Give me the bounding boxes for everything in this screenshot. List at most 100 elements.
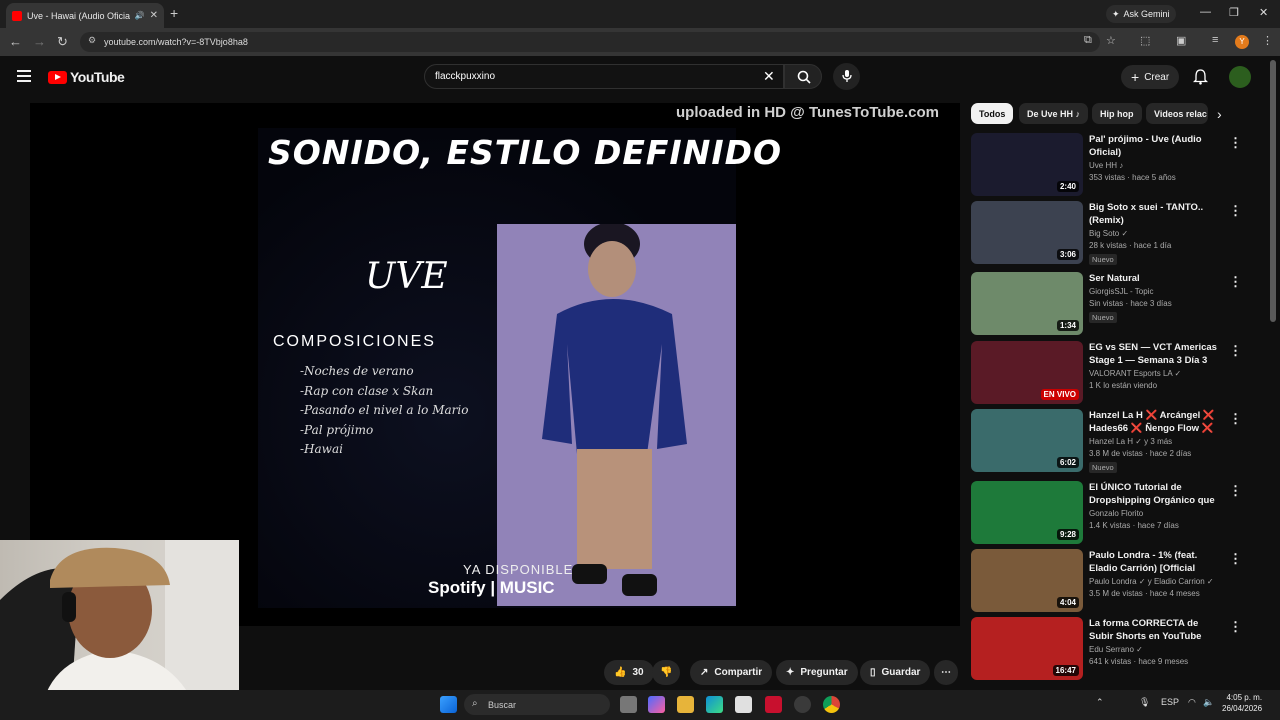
recommendation-channel[interactable]: Hanzel La H ✓ y 3 más [1089,437,1172,446]
recommendation-item[interactable]: 9:28 El ÚNICO Tutorial de Dropshipping Or… [971,481,1256,545]
more-options-icon[interactable]: ⋮ [1229,411,1242,427]
recommendation-item[interactable]: 4:04 Paulo Londra - 1% (feat. Eladio Carr… [971,549,1256,613]
recommendation-channel[interactable]: Uve HH ♪ [1089,161,1123,170]
more-options-icon[interactable]: ⋮ [1229,343,1242,359]
video-thumbnail[interactable]: 1:34 [971,272,1083,335]
song-list: -Noches de verano -Rap con clase x Skan … [300,362,468,460]
reload-icon[interactable]: ↻ [57,34,68,50]
dislike-button[interactable]: 👎 [652,660,681,685]
hamburger-menu-icon[interactable] [17,70,31,82]
chip-hiphop[interactable]: Hip hop [1092,103,1142,124]
app-red-icon[interactable] [765,696,782,713]
video-thumbnail[interactable]: 9:28 [971,481,1083,544]
notifications-bell-icon[interactable] [1193,69,1208,85]
close-tab-icon[interactable]: ✕ [150,10,158,21]
language-indicator[interactable]: ESP [1161,697,1179,707]
profile-avatar[interactable]: Y [1235,35,1249,49]
recommendation-item[interactable]: 1:34 Ser Natural GiorgisSJL - Topic Sin vis… [971,272,1256,336]
recommendation-item[interactable]: 6:02 Hanzel La H ❌ Arcángel ❌ Hades66 ❌ Ñ… [971,409,1256,473]
task-view-icon[interactable] [620,696,637,713]
windows-start-icon[interactable] [440,696,457,713]
video-thumbnail[interactable]: 6:02 [971,409,1083,472]
more-options-icon[interactable]: ⋮ [1229,135,1242,151]
bookmark-star-icon[interactable]: ☆ [1106,34,1116,47]
chip-related[interactable]: Videos relac [1146,103,1208,124]
new-tab-button[interactable]: + [170,5,178,21]
recommendation-title[interactable]: Hanzel La H ❌ Arcángel ❌ Hades66 ❌ Ñengo… [1089,409,1219,436]
scrollbar[interactable] [1270,60,1276,322]
menu-kebab-icon[interactable]: ⋮ [1262,34,1273,47]
tray-chevron-icon[interactable]: ⌃ [1096,697,1104,708]
ask-gemini-button[interactable]: ✦ Ask Gemini [1106,5,1176,23]
video-thumbnail[interactable]: 3:06 [971,201,1083,264]
store-icon[interactable] [735,696,752,713]
maximize-icon[interactable]: ❐ [1229,6,1239,19]
github-icon[interactable] [794,696,811,713]
recommendation-title[interactable]: El ÚNICO Tutorial de Dropshipping Orgáni… [1089,481,1219,508]
recommendation-item[interactable]: 16:47 La forma CORRECTA de Subir Shorts e… [971,617,1256,681]
recommendation-title[interactable]: Ser Natural [1089,272,1219,285]
search-input[interactable]: flacckpuxxino [424,64,784,89]
media-icon[interactable]: ▣ [1176,34,1186,47]
recommendation-title[interactable]: Pal' prójimo - Uve (Audio Oficial) [1089,133,1219,159]
recommendation-channel[interactable]: Big Soto ✓ [1089,229,1128,238]
extensions-icon[interactable]: ⬚ [1140,34,1150,47]
recommendation-title[interactable]: Paulo Londra - 1% (feat. Eladio Carrión)… [1089,549,1219,576]
recommendation-channel[interactable]: VALORANT Esports LA ✓ [1089,369,1181,378]
chip-todos[interactable]: Todos [971,103,1014,124]
recommendation-title[interactable]: EG vs SEN — VCT Americas Stage 1 — Seman… [1089,341,1219,367]
minimize-icon[interactable]: — [1200,6,1211,18]
edge-icon[interactable] [706,696,723,713]
voice-search-button[interactable] [833,63,860,90]
video-thumbnail[interactable]: 4:04 [971,549,1083,612]
taskbar-clock[interactable]: 4:05 p. m. 26/04/2026 [1222,692,1262,714]
install-icon[interactable]: ⧉ [1084,34,1092,47]
like-button[interactable]: 👍 30 [604,660,654,685]
recommendation-channel[interactable]: GiorgisSJL - Topic [1089,287,1153,296]
recommendation-channel[interactable]: Gonzalo Florito [1089,509,1143,518]
video-thumbnail[interactable]: 16:47 [971,617,1083,680]
youtube-logo[interactable]: YouTube [48,69,125,85]
file-explorer-icon[interactable] [677,696,694,713]
clear-search-icon[interactable]: ✕ [763,68,775,85]
ask-button[interactable]: ✦ Preguntar [776,660,858,685]
site-info-icon[interactable]: ⚙ [88,35,96,46]
wifi-icon[interactable]: ◠ [1188,697,1196,708]
create-button[interactable]: + Crear [1121,65,1180,89]
browser-tab[interactable]: Uve - Hawai (Audio Oficial) 🔊 ✕ [6,3,164,28]
recommendation-title[interactable]: Big Soto x suei - TANTO.. (Remix) [1089,201,1219,227]
duration-badge: 16:47 [1052,665,1079,676]
account-avatar[interactable] [1229,66,1251,88]
tray-mic-icon[interactable]: 🎙 [1139,697,1150,708]
back-icon[interactable]: ← [9,34,22,49]
more-options-icon[interactable]: ⋮ [1229,619,1242,635]
video-thumbnail[interactable]: 2:40 [971,133,1083,196]
reading-list-icon[interactable]: ≡ [1212,34,1218,46]
close-window-icon[interactable]: ✕ [1259,6,1268,19]
more-options-icon[interactable]: ⋮ [1229,203,1242,219]
forward-icon[interactable]: → [33,34,46,49]
taskbar-search[interactable]: Buscar [464,694,610,715]
url-field[interactable]: youtube.com/watch?v=-8TVbjo8ha8 [80,32,1100,52]
chrome-icon[interactable] [823,696,840,713]
chip-uve[interactable]: De Uve HH ♪ [1019,103,1089,124]
more-actions-button[interactable]: ⋯ [934,660,958,685]
recommendation-channel[interactable]: Edu Serrano ✓ [1089,645,1143,654]
duration-badge: 9:28 [1056,529,1079,540]
recommendation-channel[interactable]: Paulo Londra ✓ y Eladio Carrion ✓ [1089,577,1214,586]
more-options-icon[interactable]: ⋮ [1229,483,1242,499]
copilot-icon[interactable] [648,696,665,713]
save-button[interactable]: ▯ Guardar [860,660,931,685]
more-options-icon[interactable]: ⋮ [1229,551,1242,567]
chevron-right-icon[interactable]: › [1217,106,1222,122]
recommendation-item[interactable]: 2:40 Pal' prójimo - Uve (Audio Oficial) Uv… [971,133,1256,197]
recommendation-title[interactable]: La forma CORRECTA de Subir Shorts en You… [1089,617,1219,644]
share-button[interactable]: ↗ Compartir [690,660,773,685]
recommendation-item[interactable]: 3:06 Big Soto x suei - TANTO.. (Remix) Big… [971,201,1256,265]
video-thumbnail[interactable]: EN VIVO [971,341,1083,404]
volume-icon[interactable]: 🔈 [1203,697,1214,708]
search-button[interactable] [784,64,822,89]
recommendation-item[interactable]: EN VIVO EG vs SEN — VCT Americas Stage 1 … [971,341,1256,405]
recommendation-meta: Sin vistas · hace 3 días [1089,299,1172,308]
more-options-icon[interactable]: ⋮ [1229,274,1242,290]
